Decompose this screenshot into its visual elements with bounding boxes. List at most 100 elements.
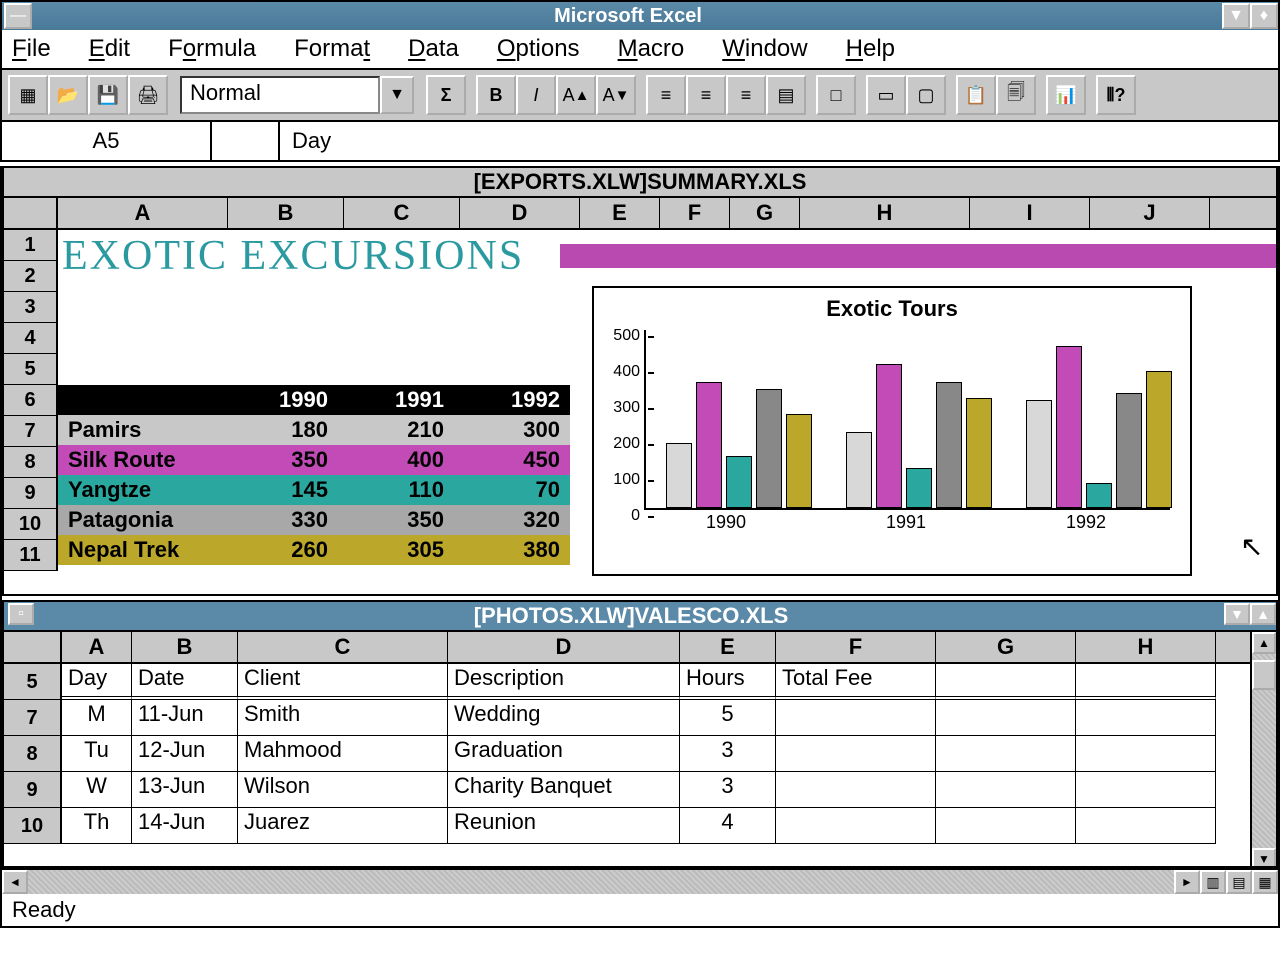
chart-wizard-button[interactable]: 📊 bbox=[1046, 75, 1086, 115]
column-header[interactable]: G bbox=[730, 198, 800, 228]
print-button[interactable]: 🖨 bbox=[128, 75, 168, 115]
menu-file[interactable]: File bbox=[12, 35, 51, 63]
data-cell[interactable] bbox=[776, 700, 936, 736]
window-maximize-button[interactable]: ▲ bbox=[1250, 603, 1276, 625]
table-cell[interactable]: 400 bbox=[338, 445, 454, 475]
row-header[interactable]: 9 bbox=[4, 478, 58, 509]
data-cell[interactable]: Smith bbox=[238, 700, 448, 736]
italic-button[interactable]: I bbox=[516, 75, 556, 115]
menu-window[interactable]: Window bbox=[722, 35, 807, 63]
scroll-right-button[interactable]: ► bbox=[1174, 870, 1200, 894]
row-header[interactable]: 6 bbox=[4, 385, 58, 416]
column-header[interactable]: A bbox=[58, 198, 228, 228]
scroll-thumb[interactable] bbox=[1252, 660, 1276, 690]
data-cell[interactable]: Wedding bbox=[448, 700, 680, 736]
table-cell[interactable]: 180 bbox=[222, 415, 338, 445]
data-cell[interactable] bbox=[776, 772, 936, 808]
data-cell[interactable]: Reunion bbox=[448, 808, 680, 844]
help-button[interactable]: ⦀? bbox=[1096, 75, 1136, 115]
data-cell[interactable] bbox=[1076, 772, 1216, 808]
copy-button[interactable]: 📋 bbox=[956, 75, 996, 115]
menu-help[interactable]: Help bbox=[846, 35, 895, 63]
cell-reference[interactable]: A5 bbox=[2, 122, 212, 160]
row-header[interactable]: 11 bbox=[4, 540, 58, 571]
column-header[interactable]: E bbox=[680, 632, 776, 662]
table-cell[interactable]: 300 bbox=[454, 415, 570, 445]
column-header[interactable]: J bbox=[1090, 198, 1210, 228]
row-header[interactable]: 8 bbox=[4, 447, 58, 478]
data-cell[interactable]: 3 bbox=[680, 736, 776, 772]
menu-options[interactable]: Options bbox=[497, 35, 580, 63]
table-cell[interactable]: 450 bbox=[454, 445, 570, 475]
data-cell[interactable]: 5 bbox=[680, 700, 776, 736]
data-cell[interactable] bbox=[936, 700, 1076, 736]
column-header[interactable]: F bbox=[776, 632, 936, 662]
window-title-summary[interactable]: [EXPORTS.XLW]SUMMARY.XLS bbox=[4, 168, 1276, 198]
bold-button[interactable]: B bbox=[476, 75, 516, 115]
data-cell[interactable] bbox=[776, 736, 936, 772]
data-cell[interactable]: 3 bbox=[680, 772, 776, 808]
column-header[interactable]: C bbox=[238, 632, 448, 662]
row-header[interactable]: 9 bbox=[4, 772, 62, 808]
data-cell[interactable] bbox=[1076, 736, 1216, 772]
table-row-label[interactable]: Yangtze bbox=[58, 475, 222, 505]
data-cell[interactable] bbox=[936, 736, 1076, 772]
data-cell[interactable] bbox=[776, 808, 936, 844]
column-header[interactable]: H bbox=[800, 198, 970, 228]
scroll-down-button[interactable]: ▼ bbox=[1252, 848, 1276, 868]
column-header[interactable]: D bbox=[448, 632, 680, 662]
header-cell[interactable]: Description bbox=[448, 664, 680, 700]
data-cell[interactable]: Juarez bbox=[238, 808, 448, 844]
selection-button[interactable]: ▭ bbox=[866, 75, 906, 115]
system-menu-icon[interactable]: — bbox=[4, 3, 32, 29]
data-cell[interactable] bbox=[936, 808, 1076, 844]
table-cell[interactable]: 70 bbox=[454, 475, 570, 505]
align-center-button[interactable]: ≡ bbox=[686, 75, 726, 115]
row-header[interactable]: 5 bbox=[4, 354, 58, 385]
table-cell[interactable]: 305 bbox=[338, 535, 454, 565]
menu-data[interactable]: Data bbox=[408, 35, 459, 63]
column-header[interactable]: B bbox=[132, 632, 238, 662]
menu-edit[interactable]: Edit bbox=[89, 35, 130, 63]
menu-formula[interactable]: Formula bbox=[168, 35, 256, 63]
row-header[interactable]: 10 bbox=[4, 808, 62, 844]
tab-button-2[interactable]: ▤ bbox=[1226, 870, 1252, 894]
table-cell[interactable]: 330 bbox=[222, 505, 338, 535]
table-cell[interactable]: 145 bbox=[222, 475, 338, 505]
row-header[interactable]: 5 bbox=[4, 664, 62, 700]
data-cell[interactable] bbox=[936, 772, 1076, 808]
data-cell[interactable]: 11-Jun bbox=[132, 700, 238, 736]
header-cell[interactable]: Total Fee bbox=[776, 664, 936, 700]
new-worksheet-button[interactable]: ▦ bbox=[8, 75, 48, 115]
table-row-label[interactable]: Patagonia bbox=[58, 505, 222, 535]
data-cell[interactable] bbox=[1076, 808, 1216, 844]
bottom-border-button[interactable]: ▢ bbox=[906, 75, 946, 115]
scroll-up-button[interactable]: ▲ bbox=[1252, 632, 1276, 654]
column-header[interactable]: E bbox=[580, 198, 660, 228]
table-cell[interactable]: 380 bbox=[454, 535, 570, 565]
style-dropdown-arrow[interactable]: ▼ bbox=[380, 76, 414, 114]
data-cell[interactable]: W bbox=[62, 772, 132, 808]
column-header[interactable]: A bbox=[62, 632, 132, 662]
table-cell[interactable]: 350 bbox=[338, 505, 454, 535]
horizontal-scrollbar[interactable]: ◄ ► ▥ ▤ ▦ bbox=[2, 868, 1278, 894]
header-cell[interactable]: Day bbox=[62, 664, 132, 700]
row-header[interactable]: 7 bbox=[4, 416, 58, 447]
table-cell[interactable]: 350 bbox=[222, 445, 338, 475]
row-header[interactable]: 10 bbox=[4, 509, 58, 540]
column-header[interactable]: D bbox=[460, 198, 580, 228]
data-cell[interactable]: 13-Jun bbox=[132, 772, 238, 808]
menu-format[interactable]: Format bbox=[294, 35, 370, 63]
column-header[interactable]: H bbox=[1076, 632, 1216, 662]
header-cell[interactable] bbox=[1076, 664, 1216, 700]
header-cell[interactable]: Date bbox=[132, 664, 238, 700]
table-row-label[interactable]: Nepal Trek bbox=[58, 535, 222, 565]
table-cell[interactable]: 210 bbox=[338, 415, 454, 445]
row-header[interactable]: 2 bbox=[4, 261, 58, 292]
table-row-label[interactable]: Pamirs bbox=[58, 415, 222, 445]
data-cell[interactable]: 4 bbox=[680, 808, 776, 844]
window-title-valesco[interactable]: ▫ [PHOTOS.XLW]VALESCO.XLS ▼ ▲ bbox=[4, 602, 1276, 632]
justify-button[interactable]: ▤ bbox=[766, 75, 806, 115]
data-cell[interactable]: M bbox=[62, 700, 132, 736]
autosum-button[interactable]: Σ bbox=[426, 75, 466, 115]
